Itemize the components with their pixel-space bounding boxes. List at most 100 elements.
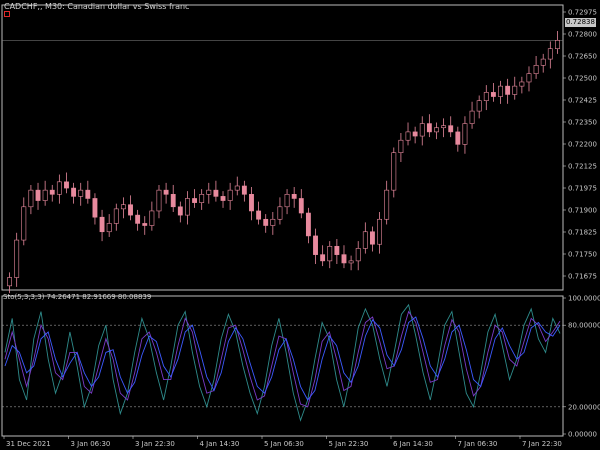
candle <box>49 184 55 202</box>
candle-body <box>355 248 361 262</box>
candle-body <box>56 181 62 195</box>
candle <box>341 245 347 269</box>
candle-body <box>320 254 326 262</box>
candle <box>78 182 84 206</box>
candle-body <box>120 204 126 210</box>
candle-body <box>206 189 212 195</box>
candle <box>156 184 162 219</box>
candle <box>526 66 532 92</box>
candle <box>412 126 418 144</box>
candle-body <box>419 123 425 137</box>
candle <box>241 180 247 202</box>
candle <box>170 184 176 212</box>
candle <box>370 226 375 252</box>
candle-body <box>462 123 468 145</box>
candle <box>483 85 489 111</box>
time-tick-label: 5 Jan 06:30 <box>264 440 304 448</box>
price-tick-label: 0.72500 <box>568 75 597 83</box>
candle-body <box>362 231 368 249</box>
chart-canvas[interactable]: 0.72975 0.72800 0.72650 0.72500 0.72425 0.723… <box>0 0 600 450</box>
candle-body <box>28 189 34 208</box>
candle-body <box>405 131 411 141</box>
candle <box>555 31 560 54</box>
candle-body <box>284 194 290 208</box>
candle-body <box>227 189 233 201</box>
candle <box>220 191 226 208</box>
candle-body <box>128 204 133 216</box>
candle-body <box>370 231 375 245</box>
candle-body <box>99 216 105 233</box>
candle <box>42 180 48 206</box>
stoch-tick-label: 80.00000 <box>568 322 600 330</box>
candle-body <box>377 218 382 245</box>
candle <box>419 116 425 146</box>
candle-body <box>185 198 190 216</box>
candle-body <box>384 189 390 220</box>
candle-body <box>412 131 418 137</box>
candle-body <box>426 123 432 133</box>
candle-body <box>455 131 461 145</box>
candle <box>498 80 503 104</box>
candle <box>490 83 496 102</box>
candle-body <box>498 85 503 97</box>
candle-body <box>42 189 48 201</box>
candle-body <box>441 125 447 129</box>
candle <box>85 180 91 204</box>
candle-body <box>298 198 304 214</box>
candle <box>199 189 205 210</box>
candle-body <box>526 73 532 83</box>
candle <box>92 193 98 225</box>
candle-body <box>291 194 297 199</box>
candle <box>99 209 105 242</box>
stoch-line-1 <box>4 303 561 422</box>
price-tick-label: 0.71675 <box>568 273 597 281</box>
candle-body <box>64 181 69 189</box>
candle-body <box>512 85 518 95</box>
chart-window[interactable]: 0.72975 0.72800 0.72650 0.72500 0.72425 0.723… <box>0 0 600 450</box>
time-tick-label: 7 Jan 22:30 <box>522 440 562 448</box>
candle-body <box>21 206 27 241</box>
candle-body <box>170 194 176 208</box>
time-tick-label: 31 Dec 2021 <box>6 440 51 448</box>
candle <box>270 211 276 235</box>
candle <box>64 172 69 194</box>
candle-body <box>49 189 55 195</box>
candle-body <box>220 196 226 201</box>
candle <box>277 197 283 225</box>
candle <box>519 76 525 94</box>
candle <box>163 182 169 204</box>
price-tick-label: 0.72125 <box>568 163 597 171</box>
candle-body <box>341 254 347 264</box>
candle-body <box>35 189 41 201</box>
candle <box>256 201 262 225</box>
candle-body <box>14 239 20 278</box>
candle <box>377 211 382 254</box>
candle <box>21 197 27 246</box>
candle-body <box>490 92 496 97</box>
candle-body <box>305 212 311 237</box>
candle <box>391 147 397 198</box>
one-click-trading-icon[interactable] <box>4 11 10 17</box>
candle-body <box>348 260 354 264</box>
candle <box>71 182 77 204</box>
candle <box>185 191 190 225</box>
candle-body <box>192 198 197 203</box>
candle <box>540 53 546 73</box>
candle-body <box>334 246 340 255</box>
time-tick-label: 4 Jan 14:30 <box>200 440 240 448</box>
price-tick-label: 0.71750 <box>568 251 597 259</box>
candle <box>149 201 155 231</box>
price-tick-label: 0.71900 <box>568 207 597 215</box>
time-tick-label: 7 Jan 06:30 <box>458 440 498 448</box>
candle-body <box>92 198 98 218</box>
candle-body <box>555 40 560 49</box>
candle <box>426 114 432 138</box>
candle-body <box>156 189 162 212</box>
candle-body <box>540 58 546 66</box>
last-price-tag: 0.72838 <box>565 18 596 27</box>
candle <box>249 187 254 221</box>
candle <box>192 189 197 208</box>
candle <box>298 189 304 219</box>
price-tick-label: 0.72975 <box>568 9 597 17</box>
price-tick-label: 0.71975 <box>568 185 597 193</box>
